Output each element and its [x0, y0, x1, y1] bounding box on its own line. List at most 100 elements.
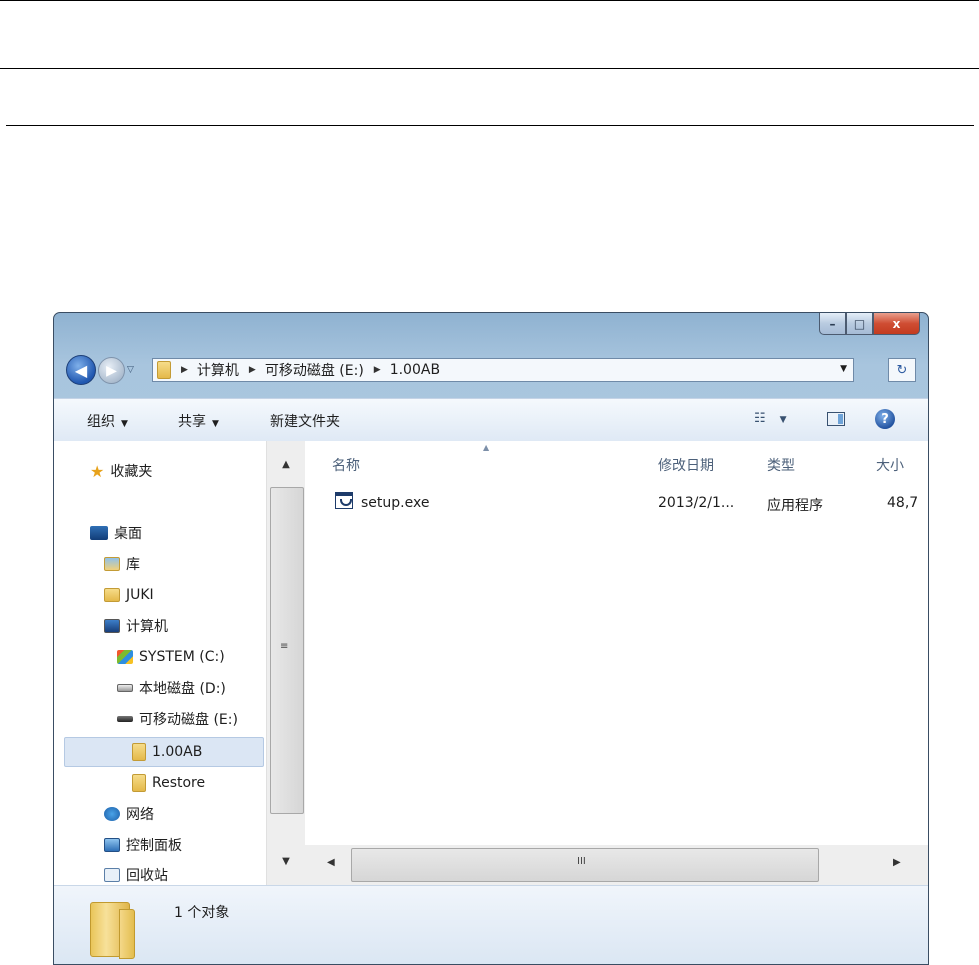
nav-label: 计算机: [126, 619, 168, 635]
nav-item-drive-d[interactable]: 本地磁盘 (D:): [117, 676, 226, 700]
hard-drive-icon: [117, 684, 133, 692]
content-area: ★ 收藏夹 桌面 库 JUKI 计算机 SYSTEM (C:) 本地磁盘 (D:…: [54, 441, 928, 885]
nav-item-control-panel[interactable]: 控制面板: [104, 833, 182, 857]
column-header-size[interactable]: 大小: [876, 455, 904, 475]
caret-down-icon: ▼: [121, 419, 128, 429]
folder-icon: [157, 361, 171, 379]
nav-label: JUKI: [126, 587, 154, 603]
file-type: 应用程序: [767, 498, 823, 514]
scroll-right-icon[interactable]: ▶: [893, 857, 901, 868]
help-button[interactable]: ?: [875, 409, 895, 429]
new-folder-button[interactable]: 新建文件夹: [270, 411, 340, 431]
view-list-icon: ☷: [754, 411, 766, 426]
folder-icon: [90, 902, 135, 959]
nav-label: 收藏夹: [110, 464, 153, 480]
nav-item-network[interactable]: 网络: [104, 802, 154, 826]
organize-menu[interactable]: 组织 ▼: [87, 411, 128, 431]
desktop-icon: [90, 526, 108, 540]
address-dropdown-icon[interactable]: ▼: [840, 364, 847, 374]
nav-item-folder-restore[interactable]: Restore: [132, 771, 205, 795]
folder-icon: [132, 743, 146, 761]
file-name[interactable]: setup.exe: [361, 495, 429, 511]
nav-item-desktop[interactable]: 桌面: [90, 521, 142, 545]
file-size: 48,7: [887, 495, 919, 511]
nav-item-recycle-bin[interactable]: 回收站: [104, 863, 168, 885]
column-header-type[interactable]: 类型: [767, 455, 795, 475]
file-horizontal-scrollbar[interactable]: ◀ III ▶: [305, 845, 928, 885]
nav-label: 库: [126, 557, 140, 573]
nav-label: 控制面板: [126, 838, 182, 854]
caption-buttons: – □ x: [819, 313, 920, 335]
arrow-left-icon: ◀: [74, 360, 88, 380]
nav-item-drive-c[interactable]: SYSTEM (C:): [117, 645, 225, 669]
recycle-bin-icon: [104, 868, 120, 882]
caret-down-icon: ▼: [212, 419, 219, 429]
caret-down-icon: ▼: [779, 415, 787, 425]
sort-ascending-icon: ▲: [483, 443, 490, 452]
share-label: 共享: [178, 414, 206, 430]
breadcrumb-separator-icon: ▶: [248, 365, 256, 375]
item-count: 1 个对象: [174, 905, 230, 921]
file-list: ▲ 名称 修改日期 类型 大小 setup.exe 2013/2/1... 应用…: [305, 441, 928, 885]
scroll-up-icon[interactable]: ▲: [267, 459, 305, 470]
minimize-button[interactable]: –: [819, 313, 846, 335]
top-rule-1: [0, 0, 979, 1]
top-rule-3: [6, 125, 974, 126]
removable-drive-icon: [117, 716, 133, 722]
breadcrumb-current-folder[interactable]: 1.00AB: [390, 362, 440, 378]
nav-label: 桌面: [114, 526, 142, 542]
nav-item-folder-1-00ab[interactable]: 1.00AB: [132, 740, 202, 764]
control-panel-icon: [104, 838, 120, 852]
arrow-right-icon: ▶: [106, 362, 117, 379]
nav-label: 网络: [126, 807, 154, 823]
computer-icon: [104, 619, 120, 633]
command-toolbar: 组织 ▼ 共享 ▼ 新建文件夹 ☷ ▼ ?: [54, 398, 928, 442]
nav-label: SYSTEM (C:): [139, 649, 225, 665]
nav-item-computer[interactable]: 计算机: [104, 614, 168, 638]
nav-label: 可移动磁盘 (E:): [139, 712, 238, 728]
nav-label: 1.00AB: [152, 744, 203, 760]
executable-icon: [335, 492, 353, 509]
nav-item-user[interactable]: JUKI: [104, 583, 154, 607]
nav-vertical-scrollbar[interactable]: ▲ ≡ ▼: [266, 441, 305, 885]
back-button[interactable]: ◀: [66, 355, 96, 385]
maximize-button[interactable]: □: [846, 313, 873, 335]
star-icon: ★: [90, 461, 105, 481]
top-rule-2: [0, 68, 979, 69]
scroll-left-icon[interactable]: ◀: [327, 857, 335, 868]
scroll-down-icon[interactable]: ▼: [267, 856, 305, 867]
share-menu[interactable]: 共享 ▼: [178, 411, 219, 431]
nav-item-libraries[interactable]: 库: [104, 552, 140, 576]
navigation-pane: ★ 收藏夹 桌面 库 JUKI 计算机 SYSTEM (C:) 本地磁盘 (D:…: [54, 441, 266, 885]
help-icon: ?: [881, 411, 889, 427]
nav-label: Restore: [152, 775, 206, 791]
network-icon: [104, 807, 120, 821]
nav-item-drive-e[interactable]: 可移动磁盘 (E:): [117, 707, 238, 731]
close-button[interactable]: x: [873, 313, 920, 335]
organize-label: 组织: [87, 414, 115, 430]
folder-icon: [132, 774, 146, 792]
file-date: 2013/2/1...: [658, 495, 735, 511]
column-header-name[interactable]: 名称: [332, 455, 360, 475]
nav-label: 回收站: [126, 868, 168, 884]
scroll-grip: ≡: [280, 641, 289, 652]
breadcrumb-drive-e[interactable]: 可移动磁盘 (E:): [265, 360, 364, 380]
explorer-window: – □ x ◀ ▶ ▽ ▶ 计算机 ▶ 可移动磁盘 (E:) ▶ 1.00AB …: [53, 312, 929, 965]
scroll-grip: III: [577, 856, 586, 867]
breadcrumb-separator-icon: ▶: [181, 365, 188, 375]
forward-button[interactable]: ▶: [98, 357, 125, 384]
system-drive-icon: [117, 650, 133, 664]
refresh-button[interactable]: ↻: [888, 358, 916, 382]
library-icon: [104, 557, 120, 571]
change-view-button[interactable]: ☷ ▼: [754, 411, 787, 426]
nav-label: 本地磁盘 (D:): [139, 681, 226, 697]
breadcrumb-computer[interactable]: 计算机: [197, 360, 239, 380]
column-header-date[interactable]: 修改日期: [658, 455, 714, 475]
navigation-row: ◀ ▶ ▽ ▶ 计算机 ▶ 可移动磁盘 (E:) ▶ 1.00AB ▼ ↻: [66, 355, 916, 385]
refresh-icon: ↻: [896, 362, 908, 378]
nav-item-favorites[interactable]: ★ 收藏夹: [90, 459, 152, 483]
address-bar[interactable]: ▶ 计算机 ▶ 可移动磁盘 (E:) ▶ 1.00AB ▼: [152, 358, 854, 382]
details-pane: 1 个对象: [54, 885, 928, 964]
recent-pages-dropdown[interactable]: ▽: [127, 365, 134, 375]
preview-pane-button[interactable]: [827, 412, 845, 426]
